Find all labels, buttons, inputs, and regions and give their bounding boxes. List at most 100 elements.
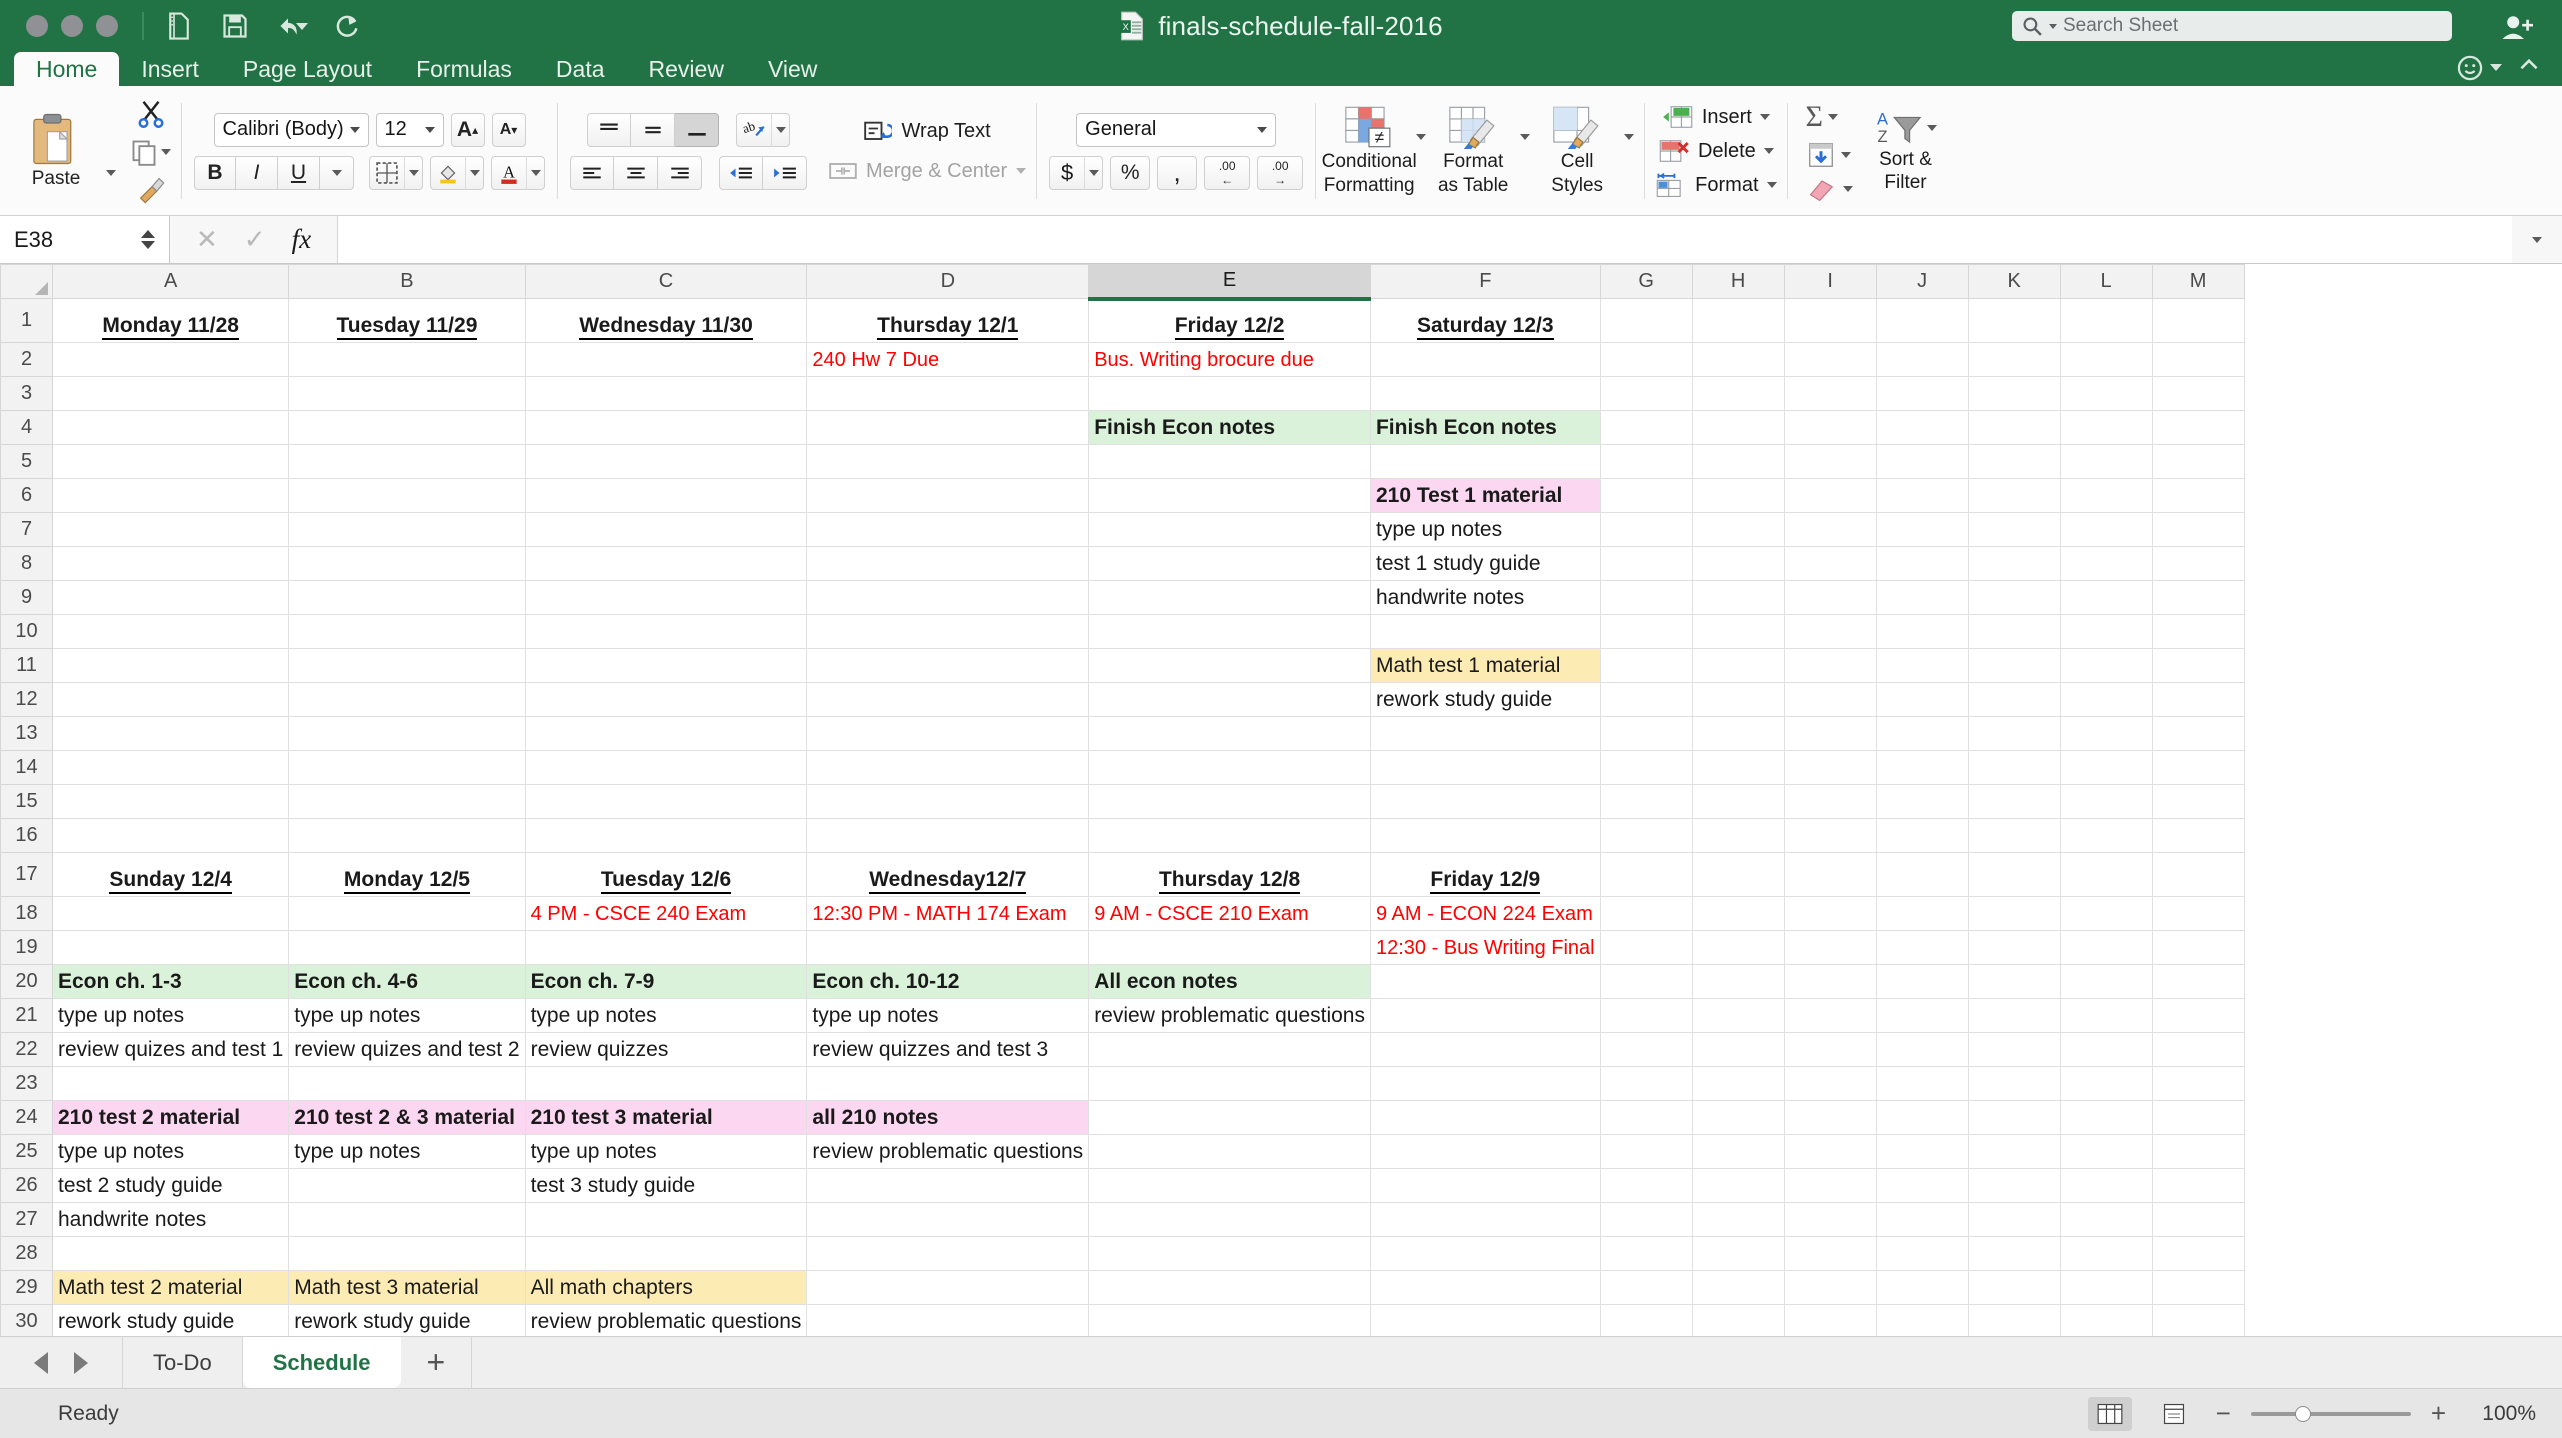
select-all-corner[interactable] xyxy=(0,264,53,299)
cell-I24[interactable] xyxy=(1783,1100,1877,1135)
cell-I23[interactable] xyxy=(1783,1066,1877,1101)
cell-D17[interactable]: Wednesday12/7 xyxy=(806,852,1090,897)
cell-J8[interactable] xyxy=(1875,546,1969,581)
cell-K24[interactable] xyxy=(1967,1100,2061,1135)
cell-K3[interactable] xyxy=(1967,376,2061,411)
column-header-I[interactable]: I xyxy=(1783,264,1877,299)
cell-B14[interactable] xyxy=(288,750,526,785)
cell-F17[interactable]: Friday 12/9 xyxy=(1369,852,1601,897)
row-header-19[interactable]: 19 xyxy=(0,930,53,965)
cell-K4[interactable] xyxy=(1967,410,2061,445)
cell-L2[interactable] xyxy=(2059,342,2153,377)
row-header-28[interactable]: 28 xyxy=(0,1236,53,1271)
cell-C1[interactable]: Wednesday 11/30 xyxy=(524,298,808,343)
cell-F13[interactable] xyxy=(1369,716,1601,751)
row-header-3[interactable]: 3 xyxy=(0,376,53,411)
cell-K26[interactable] xyxy=(1967,1168,2061,1203)
tab-home[interactable]: Home xyxy=(14,52,120,86)
cell-B7[interactable] xyxy=(288,512,526,547)
cell-C19[interactable] xyxy=(524,930,808,965)
cell-M1[interactable] xyxy=(2151,298,2245,343)
cell-G20[interactable] xyxy=(1599,964,1693,999)
cell-L19[interactable] xyxy=(2059,930,2153,965)
cell-A8[interactable] xyxy=(51,546,290,581)
cell-A24[interactable]: 210 test 2 material xyxy=(51,1100,290,1135)
row-header-25[interactable]: 25 xyxy=(0,1134,53,1169)
save-icon[interactable] xyxy=(218,9,252,43)
cell-D22[interactable]: review quizzes and test 3 xyxy=(806,1032,1090,1067)
zoom-in-button[interactable]: + xyxy=(2431,1398,2446,1429)
cell-M6[interactable] xyxy=(2151,478,2245,513)
cell-B15[interactable] xyxy=(288,784,526,819)
cell-H17[interactable] xyxy=(1691,852,1785,897)
cell-E5[interactable] xyxy=(1088,444,1371,479)
cell-M29[interactable] xyxy=(2151,1270,2245,1305)
cell-D24[interactable]: all 210 notes xyxy=(806,1100,1090,1135)
cell-H4[interactable] xyxy=(1691,410,1785,445)
cell-L14[interactable] xyxy=(2059,750,2153,785)
cell-B3[interactable] xyxy=(288,376,526,411)
cell-G7[interactable] xyxy=(1599,512,1693,547)
cell-M16[interactable] xyxy=(2151,818,2245,853)
format-cells-button[interactable]: Format xyxy=(1655,172,1777,198)
cell-M2[interactable] xyxy=(2151,342,2245,377)
cell-C28[interactable] xyxy=(524,1236,808,1271)
cell-H1[interactable] xyxy=(1691,298,1785,343)
delete-cells-caret[interactable] xyxy=(1763,148,1774,154)
cell-A4[interactable] xyxy=(51,410,290,445)
cell-H7[interactable] xyxy=(1691,512,1785,547)
cell-I3[interactable] xyxy=(1783,376,1877,411)
cell-F16[interactable] xyxy=(1369,818,1601,853)
align-left-button[interactable] xyxy=(570,155,614,190)
cell-J22[interactable] xyxy=(1875,1032,1969,1067)
cell-E25[interactable] xyxy=(1088,1134,1371,1169)
cell-D8[interactable] xyxy=(806,546,1090,581)
sheet-tab-todo[interactable]: To-Do xyxy=(123,1337,243,1388)
formula-input[interactable] xyxy=(337,216,2512,263)
normal-view-button[interactable] xyxy=(2087,1396,2132,1431)
cell-H26[interactable] xyxy=(1691,1168,1785,1203)
fill-color-dropdown-caret[interactable] xyxy=(465,155,483,190)
cell-B18[interactable] xyxy=(288,896,526,931)
merge-dropdown-caret[interactable] xyxy=(1016,168,1027,174)
cell-M14[interactable] xyxy=(2151,750,2245,785)
cell-C30[interactable]: review problematic questions xyxy=(524,1304,808,1336)
cell-F29[interactable] xyxy=(1369,1270,1601,1305)
cell-M18[interactable] xyxy=(2151,896,2245,931)
cell-A21[interactable]: type up notes xyxy=(51,998,290,1033)
confirm-edit-icon[interactable]: ✓ xyxy=(244,224,266,255)
row-header-11[interactable]: 11 xyxy=(0,648,53,683)
cell-E15[interactable] xyxy=(1088,784,1371,819)
cell-C17[interactable]: Tuesday 12/6 xyxy=(524,852,808,897)
cell-K17[interactable] xyxy=(1967,852,2061,897)
cell-D5[interactable] xyxy=(806,444,1090,479)
font-size-select[interactable]: 12 xyxy=(375,112,444,147)
cell-H20[interactable] xyxy=(1691,964,1785,999)
cell-J18[interactable] xyxy=(1875,896,1969,931)
cell-J6[interactable] xyxy=(1875,478,1969,513)
cell-G11[interactable] xyxy=(1599,648,1693,683)
cell-E19[interactable] xyxy=(1088,930,1371,965)
cell-K15[interactable] xyxy=(1967,784,2061,819)
cell-E3[interactable] xyxy=(1088,376,1371,411)
row-header-22[interactable]: 22 xyxy=(0,1032,53,1067)
cell-B13[interactable] xyxy=(288,716,526,751)
cell-K14[interactable] xyxy=(1967,750,2061,785)
cell-G30[interactable] xyxy=(1599,1304,1693,1336)
cell-D27[interactable] xyxy=(806,1202,1090,1237)
cell-K19[interactable] xyxy=(1967,930,2061,965)
cell-M3[interactable] xyxy=(2151,376,2245,411)
cell-A10[interactable] xyxy=(51,614,290,649)
cell-E29[interactable] xyxy=(1088,1270,1371,1305)
cell-H15[interactable] xyxy=(1691,784,1785,819)
cell-D18[interactable]: 12:30 PM - MATH 174 Exam xyxy=(806,896,1090,931)
cell-A2[interactable] xyxy=(51,342,290,377)
cell-M22[interactable] xyxy=(2151,1032,2245,1067)
column-header-G[interactable]: G xyxy=(1599,264,1693,299)
cell-A15[interactable] xyxy=(51,784,290,819)
cell-G22[interactable] xyxy=(1599,1032,1693,1067)
cell-H12[interactable] xyxy=(1691,682,1785,717)
row-header-8[interactable]: 8 xyxy=(0,546,53,581)
cell-D6[interactable] xyxy=(806,478,1090,513)
cell-H9[interactable] xyxy=(1691,580,1785,615)
